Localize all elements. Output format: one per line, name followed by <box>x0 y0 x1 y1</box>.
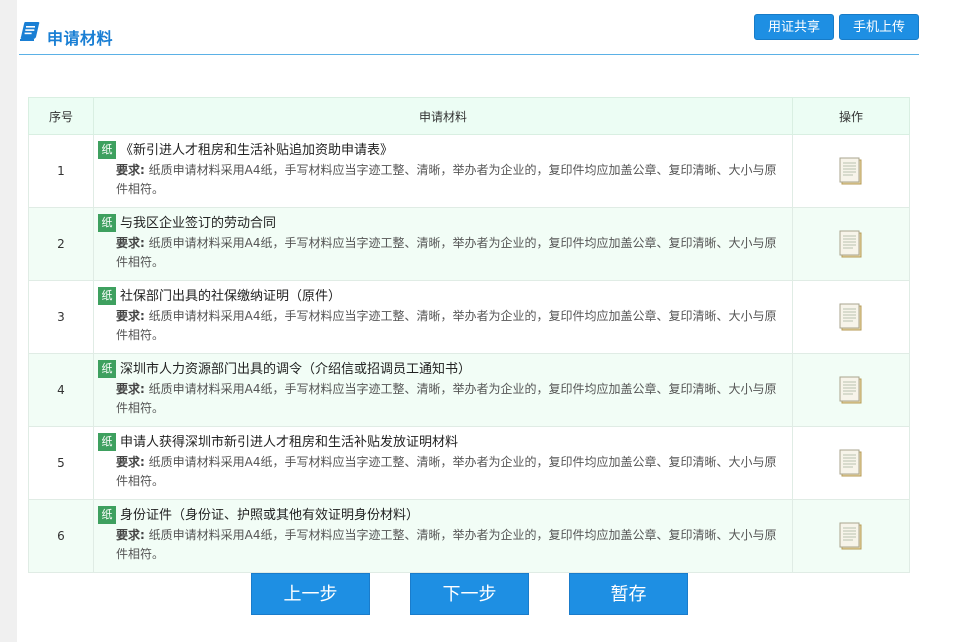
column-header-number: 序号 <box>28 97 94 135</box>
action-cell <box>792 426 910 500</box>
paper-badge: 纸 <box>98 287 116 305</box>
document-list-icon <box>20 22 40 41</box>
action-cell <box>792 353 910 427</box>
material-title: 社保部门出具的社保缴纳证明（原件） <box>120 289 342 304</box>
section-header: 申请材料 用证共享 手机上传 <box>19 12 919 55</box>
material-cell: 纸申请人获得深圳市新引进人才租房和生活补贴发放证明材料 要求: 纸质申请材料采用… <box>93 426 793 500</box>
requirement-text: 纸质申请材料采用A4纸，手写材料应当字迹工整、清晰，举办者为企业的，复印件均应加… <box>116 236 777 269</box>
materials-table: 序号 申请材料 操作 1 纸《新引进人才租房和生活补贴追加资助申请表》 要求: … <box>28 97 910 573</box>
paper-badge: 纸 <box>98 433 116 451</box>
previous-step-button[interactable]: 上一步 <box>251 573 370 615</box>
table-row: 1 纸《新引进人才租房和生活补贴追加资助申请表》 要求: 纸质申请材料采用A4纸… <box>28 134 910 208</box>
document-view-icon[interactable] <box>839 522 863 550</box>
material-cell: 纸与我区企业签订的劳动合同 要求: 纸质申请材料采用A4纸，手写材料应当字迹工整… <box>93 207 793 281</box>
requirement-label: 要求: <box>116 382 145 396</box>
row-number: 1 <box>28 134 94 208</box>
document-view-icon[interactable] <box>839 449 863 477</box>
row-number: 3 <box>28 280 94 354</box>
paper-badge: 纸 <box>98 141 116 159</box>
requirement-text: 纸质申请材料采用A4纸，手写材料应当字迹工整、清晰，举办者为企业的，复印件均应加… <box>116 382 777 415</box>
column-header-material: 申请材料 <box>93 97 793 135</box>
table-row: 6 纸身份证件（身份证、护照或其他有效证明身份材料） 要求: 纸质申请材料采用A… <box>28 499 910 573</box>
save-draft-button[interactable]: 暂存 <box>569 573 688 615</box>
action-cell <box>792 499 910 573</box>
paper-badge: 纸 <box>98 506 116 524</box>
material-title: 与我区企业签订的劳动合同 <box>120 216 277 231</box>
row-number: 2 <box>28 207 94 281</box>
next-step-button[interactable]: 下一步 <box>410 573 529 615</box>
material-cell: 纸社保部门出具的社保缴纳证明（原件） 要求: 纸质申请材料采用A4纸，手写材料应… <box>93 280 793 354</box>
requirement-label: 要求: <box>116 309 145 323</box>
action-cell <box>792 207 910 281</box>
table-row: 5 纸申请人获得深圳市新引进人才租房和生活补贴发放证明材料 要求: 纸质申请材料… <box>28 426 910 500</box>
requirement-label: 要求: <box>116 163 145 177</box>
paper-badge: 纸 <box>98 360 116 378</box>
material-title: 《新引进人才租房和生活补贴追加资助申请表》 <box>120 143 394 158</box>
credential-share-button[interactable]: 用证共享 <box>754 14 834 40</box>
material-title: 深圳市人力资源部门出具的调令（介绍信或招调员工通知书） <box>120 362 472 377</box>
document-view-icon[interactable] <box>839 376 863 404</box>
table-row: 3 纸社保部门出具的社保缴纳证明（原件） 要求: 纸质申请材料采用A4纸，手写材… <box>28 280 910 354</box>
table-row: 4 纸深圳市人力资源部门出具的调令（介绍信或招调员工通知书） 要求: 纸质申请材… <box>28 353 910 427</box>
requirement-text: 纸质申请材料采用A4纸，手写材料应当字迹工整、清晰，举办者为企业的，复印件均应加… <box>116 309 777 342</box>
mobile-upload-button[interactable]: 手机上传 <box>839 14 919 40</box>
material-cell: 纸深圳市人力资源部门出具的调令（介绍信或招调员工通知书） 要求: 纸质申请材料采… <box>93 353 793 427</box>
row-number: 4 <box>28 353 94 427</box>
left-sidebar-strip <box>0 0 17 642</box>
action-cell <box>792 280 910 354</box>
document-view-icon[interactable] <box>839 157 863 185</box>
document-view-icon[interactable] <box>839 230 863 258</box>
material-cell: 纸《新引进人才租房和生活补贴追加资助申请表》 要求: 纸质申请材料采用A4纸，手… <box>93 134 793 208</box>
requirement-text: 纸质申请材料采用A4纸，手写材料应当字迹工整、清晰，举办者为企业的，复印件均应加… <box>116 163 777 196</box>
action-cell <box>792 134 910 208</box>
requirement-label: 要求: <box>116 236 145 250</box>
document-view-icon[interactable] <box>839 303 863 331</box>
requirement-text: 纸质申请材料采用A4纸，手写材料应当字迹工整、清晰，举办者为企业的，复印件均应加… <box>116 528 777 561</box>
material-title: 身份证件（身份证、护照或其他有效证明身份材料） <box>120 508 420 523</box>
material-title: 申请人获得深圳市新引进人才租房和生活补贴发放证明材料 <box>120 435 459 450</box>
table-header-row: 序号 申请材料 操作 <box>28 97 910 135</box>
paper-badge: 纸 <box>98 214 116 232</box>
row-number: 6 <box>28 499 94 573</box>
requirement-label: 要求: <box>116 455 145 469</box>
page-title: 申请材料 <box>47 29 114 48</box>
requirement-label: 要求: <box>116 528 145 542</box>
requirement-text: 纸质申请材料采用A4纸，手写材料应当字迹工整、清晰，举办者为企业的，复印件均应加… <box>116 455 777 488</box>
column-header-action: 操作 <box>792 97 910 135</box>
row-number: 5 <box>28 426 94 500</box>
material-cell: 纸身份证件（身份证、护照或其他有效证明身份材料） 要求: 纸质申请材料采用A4纸… <box>93 499 793 573</box>
table-row: 2 纸与我区企业签订的劳动合同 要求: 纸质申请材料采用A4纸，手写材料应当字迹… <box>28 207 910 281</box>
